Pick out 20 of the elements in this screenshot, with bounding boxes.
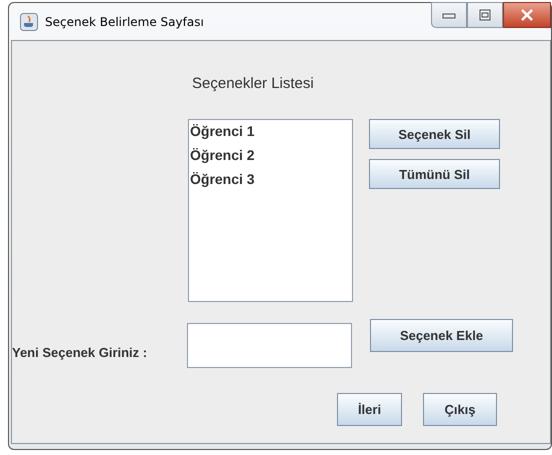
- close-button[interactable]: [503, 2, 551, 28]
- list-item[interactable]: Öğrenci 2: [190, 145, 351, 169]
- list-item[interactable]: Öğrenci 3: [190, 169, 351, 193]
- footer-button[interactable]: Çıkış: [423, 393, 497, 426]
- field-label: Yeni Seçenek Giriniz :: [12, 345, 148, 360]
- close-icon: [519, 9, 535, 21]
- action-button[interactable]: Seçenek Sil: [369, 119, 500, 149]
- action-button[interactable]: Tümünü Sil: [369, 159, 500, 189]
- footer-button[interactable]: İleri: [337, 393, 402, 426]
- window-title: Seçenek Belirleme Sayfası: [45, 14, 204, 28]
- maximize-button[interactable]: [467, 2, 503, 28]
- list-heading: Seçenekler Listesi: [192, 75, 315, 94]
- minimize-icon: [442, 11, 456, 19]
- list-item[interactable]: Öğrenci 1: [190, 121, 351, 145]
- input-field[interactable]: [187, 323, 352, 368]
- maximize-icon: [478, 9, 492, 21]
- add-button[interactable]: Seçenek Ekle: [370, 319, 513, 352]
- cup-icon: [20, 12, 38, 30]
- options-list[interactable]: Öğrenci 1 Öğrenci 2 Öğrenci 3: [188, 119, 353, 302]
- minimize-button[interactable]: [431, 2, 467, 28]
